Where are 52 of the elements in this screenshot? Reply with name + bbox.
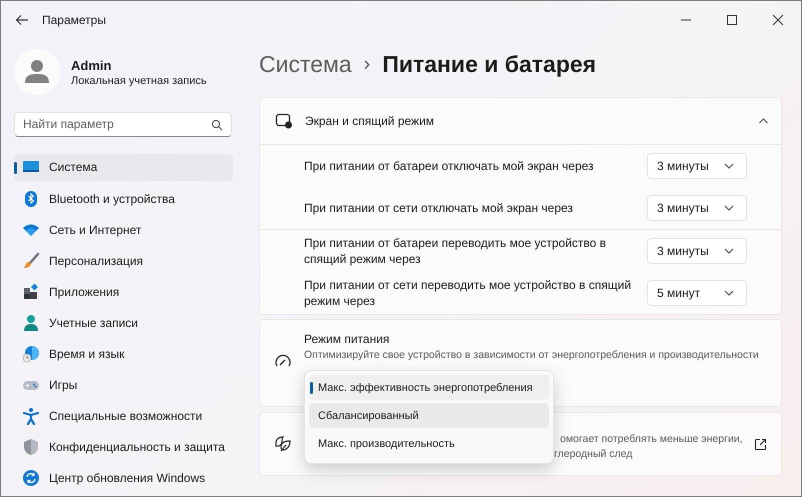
- nav-item[interactable]: Персонализация: [14, 247, 233, 274]
- setting-label: При питании от сети переводить мое устройство в спящий режим через: [304, 277, 632, 309]
- leaves-icon: [274, 435, 292, 453]
- setting-title: Режим питания: [304, 332, 390, 346]
- person-icon: [22, 314, 40, 332]
- nav-item[interactable]: Время и язык: [14, 340, 233, 368]
- setting-description: глеродный след: [554, 448, 634, 460]
- menu-option[interactable]: Сбалансированный: [309, 403, 549, 428]
- external-link-icon[interactable]: [754, 438, 767, 450]
- breadcrumb-separator: ›: [364, 52, 370, 76]
- nav-item[interactable]: Специальные возможности: [14, 402, 233, 430]
- dropdown[interactable]: 3 минуты: [647, 238, 747, 264]
- menu-option[interactable]: Макс. производительность: [309, 431, 549, 456]
- chevron-down-icon: [724, 248, 734, 254]
- avatar-icon: [14, 49, 60, 96]
- breadcrumb-link[interactable]: Система: [259, 50, 352, 78]
- setting-description: Оптимизируйте свое устройство в зависимости от энергопотребления и производительности: [304, 349, 759, 361]
- page-title: Питание и батарея: [382, 50, 596, 78]
- brush-icon: [22, 252, 40, 270]
- search-field[interactable]: Найти параметр: [14, 112, 232, 137]
- chevron-up-icon: [758, 118, 769, 124]
- setting-label: При питании от батареи переводить мое устройство в спящий режим через: [304, 235, 608, 267]
- menu-option[interactable]: Макс. эффективность энергопотребления: [309, 375, 549, 400]
- chevron-down-icon: [724, 163, 734, 169]
- accessibility-icon: [22, 407, 40, 426]
- nav-item[interactable]: Система: [14, 154, 233, 181]
- nav-item[interactable]: Учетные записи: [14, 309, 233, 336]
- setting-label: При питании от батареи отключать мой экран через: [304, 158, 595, 174]
- window-title: Параметры: [42, 13, 106, 27]
- bluetooth-icon: [22, 190, 40, 208]
- nav-item[interactable]: Центр обновления Windows: [14, 464, 233, 492]
- user-name: Admin: [71, 58, 112, 73]
- account-type: Локальная учетная запись: [71, 74, 207, 87]
- shield-icon: [22, 438, 40, 456]
- setting-description: омогает потреблять меньше энергии,: [560, 432, 743, 444]
- dropdown[interactable]: 5 минут: [647, 280, 747, 306]
- nav-item[interactable]: Сеть и Интернет: [14, 216, 233, 244]
- nav-item[interactable]: Bluetooth и устройства: [14, 185, 233, 212]
- sync-icon: [22, 469, 40, 488]
- chevron-down-icon: [724, 205, 734, 211]
- nav-item[interactable]: Конфиденциальность и защита: [14, 434, 233, 461]
- setting-label: При питании от сети отключать мой экран через: [304, 200, 574, 216]
- nav-item[interactable]: Игры: [14, 372, 233, 399]
- globe-clock-icon: [22, 345, 40, 364]
- screen-moon-icon: [275, 113, 293, 129]
- nav-item[interactable]: Приложения: [14, 278, 233, 306]
- search-icon: [211, 118, 223, 131]
- chevron-down-icon: [724, 290, 734, 296]
- dropdown[interactable]: 3 минуты: [647, 195, 747, 221]
- dropdown[interactable]: 3 минуты: [647, 153, 747, 179]
- section-header[interactable]: Экран и спящий режим: [260, 98, 781, 145]
- apps-icon: [22, 282, 40, 301]
